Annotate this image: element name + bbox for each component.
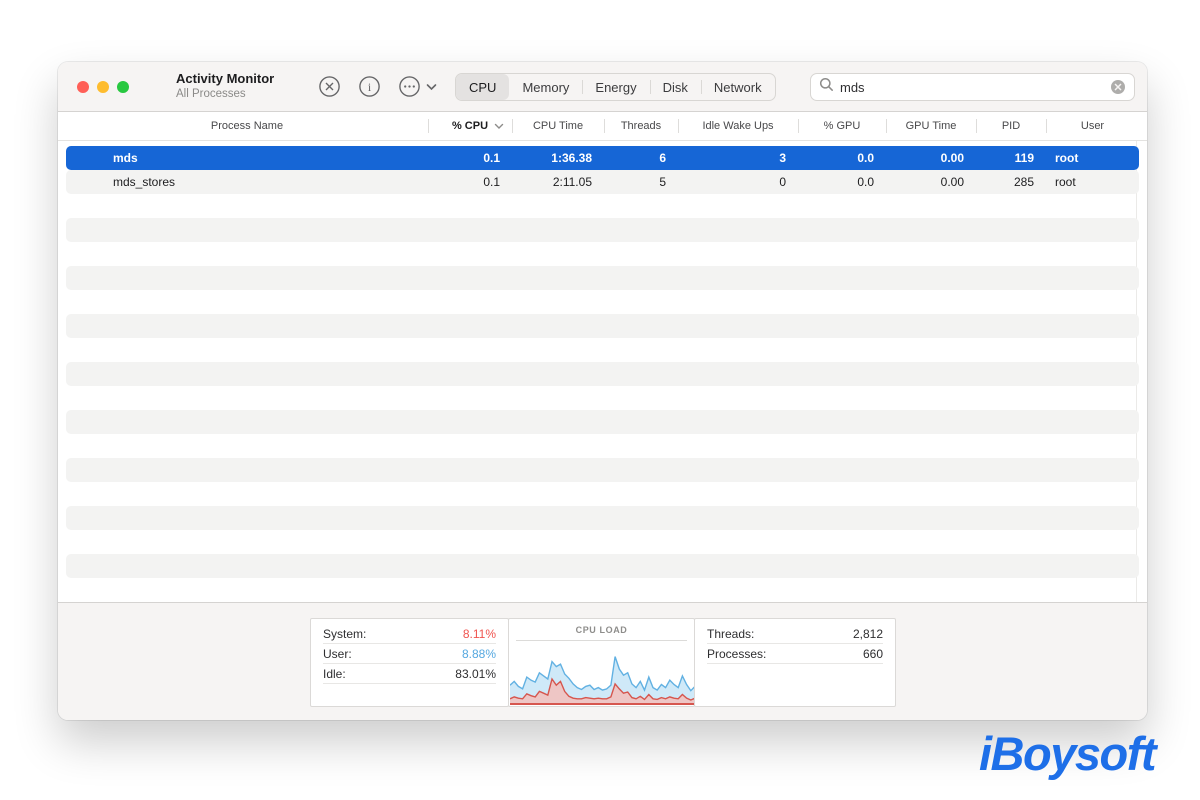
stat-label: User: bbox=[323, 646, 352, 661]
stat-label: Idle: bbox=[323, 666, 346, 681]
tab-memory[interactable]: Memory bbox=[509, 74, 582, 100]
zoom-button[interactable] bbox=[117, 80, 129, 93]
app-title: Activity Monitor bbox=[176, 71, 275, 87]
table-row-empty bbox=[66, 266, 1139, 290]
table-row-empty bbox=[66, 554, 1139, 578]
process-table: mds 0.1 1:36.38 6 3 0.0 0.00 119 root mds_stores 0… bbox=[58, 141, 1147, 602]
table-row-empty bbox=[66, 458, 1139, 482]
search-field[interactable] bbox=[810, 73, 1135, 101]
cell-name: mds_stores bbox=[113, 175, 176, 189]
table-row-empty bbox=[66, 338, 1139, 362]
cell-cpu_time: 2:11.05 bbox=[552, 175, 592, 189]
cell-cpu_time: 1:36.38 bbox=[551, 151, 592, 165]
table-row-empty bbox=[66, 218, 1139, 242]
cell-threads: 6 bbox=[659, 151, 666, 165]
search-input[interactable] bbox=[840, 79, 1110, 95]
counts-box: Threads: 2,812 Processes: 660 bbox=[694, 618, 896, 707]
table-row-empty bbox=[66, 578, 1139, 602]
cell-gpu: 0.0 bbox=[857, 175, 874, 189]
cell-gpu_time: 0.00 bbox=[940, 175, 964, 189]
svg-text:i: i bbox=[368, 80, 372, 94]
more-options-button[interactable] bbox=[398, 75, 437, 98]
cell-idle_wake_ups: 0 bbox=[779, 175, 786, 189]
table-row-empty bbox=[66, 362, 1139, 386]
cell-pid: 285 bbox=[1013, 175, 1034, 189]
title-block: Activity Monitor All Processes bbox=[176, 71, 274, 102]
view-tabs: CPU Memory Energy Disk Network bbox=[455, 73, 776, 101]
footer-stats: System: 8.11% User: 8.88% Idle: 83.01% CPU LO… bbox=[58, 602, 1147, 720]
cell-pid: 119 bbox=[1014, 151, 1034, 165]
search-icon bbox=[819, 77, 834, 97]
info-icon: i bbox=[358, 75, 381, 98]
cell-gpu: 0.0 bbox=[857, 151, 874, 165]
cell-user: root bbox=[1055, 175, 1076, 189]
titlebar: Activity Monitor All Processes i CPU Mem… bbox=[58, 62, 1147, 112]
stat-row: User: 8.88% bbox=[323, 644, 496, 664]
minimize-button[interactable] bbox=[97, 80, 109, 93]
cpu-load-chart bbox=[510, 643, 695, 705]
ellipsis-circle-icon bbox=[398, 75, 421, 98]
traffic-lights bbox=[77, 80, 129, 93]
cpu-percent-box: System: 8.11% User: 8.88% Idle: 83.01% bbox=[310, 618, 509, 707]
close-button[interactable] bbox=[77, 80, 89, 93]
clear-search-button[interactable] bbox=[1110, 79, 1126, 95]
cpu-load-rule bbox=[516, 640, 687, 641]
table-row-empty bbox=[66, 194, 1139, 218]
stat-value: 8.88% bbox=[461, 646, 496, 661]
cell-gpu_time: 0.00 bbox=[940, 151, 964, 165]
stat-value: 83.01% bbox=[455, 666, 496, 681]
table-row-empty bbox=[66, 482, 1139, 506]
inspect-button[interactable]: i bbox=[358, 75, 381, 98]
stat-row: Idle: 83.01% bbox=[323, 664, 496, 684]
column-cpu-time[interactable]: CPU Time bbox=[512, 112, 604, 140]
cell-cpu: 0.1 bbox=[483, 175, 500, 189]
table-row-mds_stores[interactable]: mds_stores 0.1 2:11.05 5 0 0.0 0.00 285 root bbox=[66, 170, 1139, 194]
quit-process-button[interactable] bbox=[318, 75, 341, 98]
cell-cpu: 0.1 bbox=[483, 151, 500, 165]
stat-label: Threads: bbox=[707, 626, 755, 641]
cell-name: mds bbox=[113, 151, 138, 165]
stat-label: Processes: bbox=[707, 646, 767, 661]
process-table-header: Process Name % CPU CPU Time Threads Idle… bbox=[58, 112, 1147, 141]
table-row-mds[interactable]: mds 0.1 1:36.38 6 3 0.0 0.00 119 root bbox=[66, 146, 1139, 170]
table-row-empty bbox=[66, 506, 1139, 530]
column-user[interactable]: User bbox=[1046, 112, 1139, 140]
column-threads[interactable]: Threads bbox=[604, 112, 678, 140]
x-circle-icon bbox=[318, 75, 341, 98]
cell-user: root bbox=[1055, 151, 1079, 165]
stat-row: Threads: 2,812 bbox=[707, 624, 883, 644]
cell-threads: 5 bbox=[659, 175, 666, 189]
stat-value: 660 bbox=[862, 646, 883, 661]
column-idle-wake-ups[interactable]: Idle Wake Ups bbox=[678, 112, 798, 140]
tab-disk[interactable]: Disk bbox=[649, 74, 701, 100]
sort-chevron-icon bbox=[494, 121, 504, 133]
cpu-load-box: CPU LOAD bbox=[508, 618, 695, 707]
activity-monitor-window: Activity Monitor All Processes i CPU Mem… bbox=[58, 62, 1147, 720]
column-cpu[interactable]: % CPU bbox=[428, 112, 512, 140]
stat-value: 8.11% bbox=[462, 626, 496, 641]
table-row-empty bbox=[66, 242, 1139, 266]
stat-row: Processes: 660 bbox=[707, 644, 883, 664]
table-row-empty bbox=[66, 434, 1139, 458]
table-row-empty bbox=[66, 290, 1139, 314]
column-pid[interactable]: PID bbox=[976, 112, 1046, 140]
cpu-load-title: CPU LOAD bbox=[575, 625, 628, 635]
tab-cpu[interactable]: CPU bbox=[456, 74, 510, 100]
stat-value: 2,812 bbox=[852, 626, 883, 641]
column-gpu[interactable]: % GPU bbox=[798, 112, 886, 140]
column-process-name[interactable]: Process Name bbox=[66, 112, 428, 140]
stat-row: System: 8.11% bbox=[323, 624, 496, 644]
iboysoft-logo: iBoysoft bbox=[979, 727, 1157, 780]
app-subtitle: All Processes bbox=[176, 88, 246, 101]
chevron-down-icon bbox=[426, 83, 437, 91]
tab-network[interactable]: Network bbox=[700, 74, 775, 100]
table-row-empty bbox=[66, 314, 1139, 338]
column-gpu-time[interactable]: GPU Time bbox=[886, 112, 976, 140]
tab-energy[interactable]: Energy bbox=[582, 74, 649, 100]
table-row-empty bbox=[66, 530, 1139, 554]
table-row-empty bbox=[66, 386, 1139, 410]
stat-label: System: bbox=[323, 626, 367, 641]
cell-idle_wake_ups: 3 bbox=[779, 151, 786, 165]
table-row-empty bbox=[66, 410, 1139, 434]
